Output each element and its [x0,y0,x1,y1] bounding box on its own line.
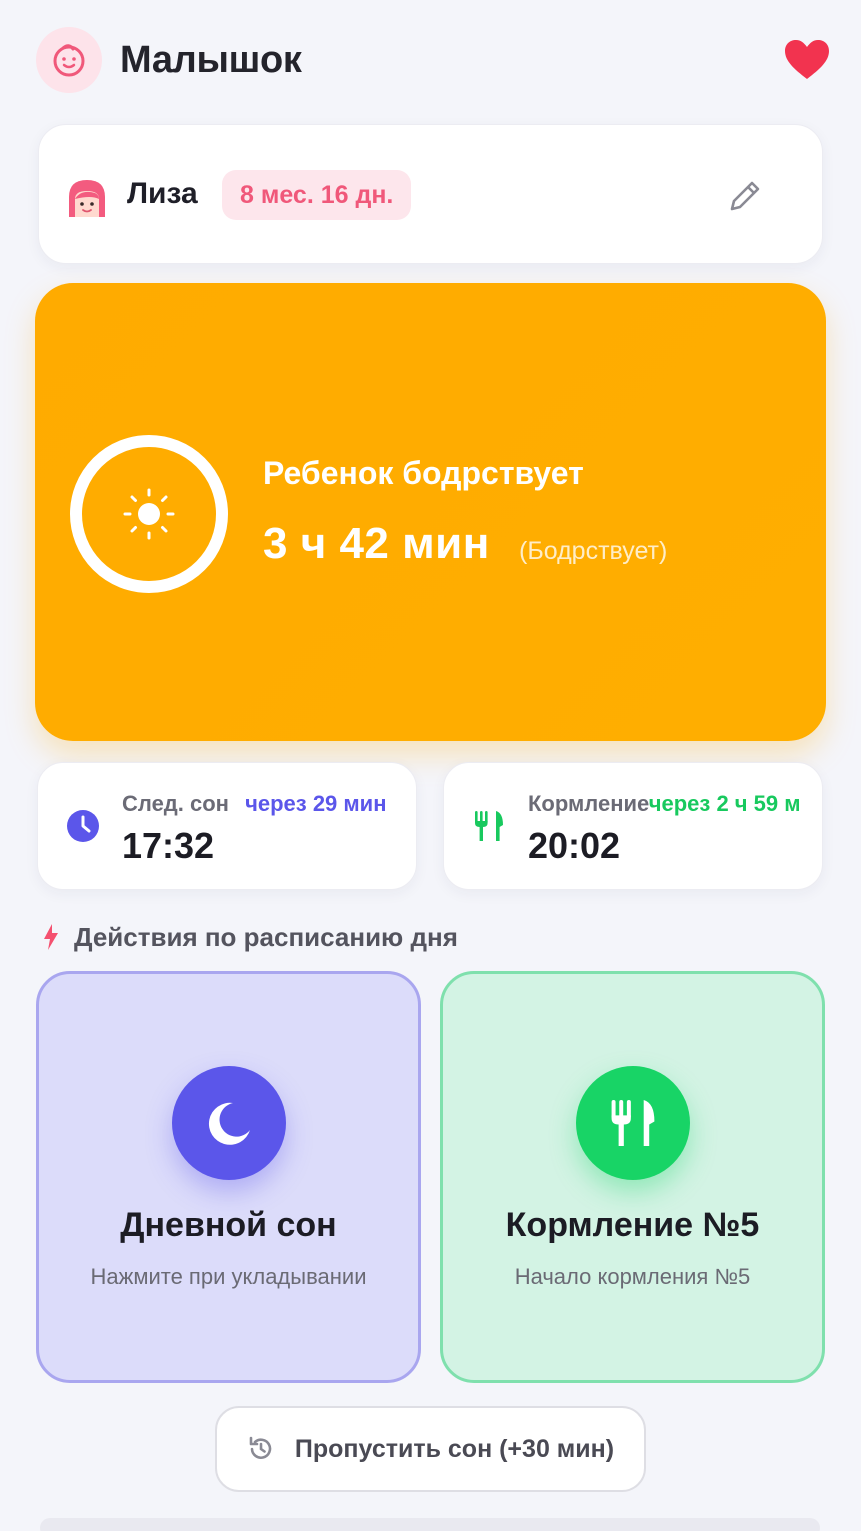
moon-icon [171,1066,286,1180]
awake-duration: 3 ч 42 мин [263,519,490,568]
favorite-heart-icon[interactable] [784,39,830,81]
clock-rewind-icon [249,1436,272,1459]
next-sleep-card[interactable]: След. сон через 29 мин 17:32 [37,762,417,890]
daytime-sleep-title: Дневной сон [120,1206,337,1244]
app-header: Малышок [36,27,836,95]
fork-knife-icon [472,809,506,843]
schedule-actions-heading: Действия по расписанию дня [42,920,458,954]
age-badge: 8 мес. 16 дн. [222,170,412,220]
next-feeding-label: Кормлениечерез 2 ч 59 м [528,791,801,817]
next-sleep-label: След. сон через 29 мин [122,791,387,817]
next-feeding-eta: через 2 ч 59 м [648,791,801,816]
skip-sleep-label: Пропустить сон (+30 мин) [294,1434,615,1463]
status-ring [70,435,228,593]
status-state-label: (Бодрствует) [519,537,668,565]
section-title: Действия по расписанию дня [74,921,458,952]
next-feeding-time: 20:02 [528,825,621,866]
lightning-icon [44,924,58,950]
clock-icon [66,809,100,843]
child-name: Лиза [127,177,198,210]
next-feeding-label-text: Кормление [528,791,649,816]
app-title: Малышок [120,39,302,81]
edit-pencil-icon[interactable] [726,177,764,215]
fork-knife-icon [575,1066,690,1180]
awake-status-card: Ребенок бодрствует 3 ч 42 мин (Бодрствуе… [35,283,826,741]
next-sleep-eta: через 29 мин [245,791,387,816]
skip-sleep-button[interactable]: Пропустить сон (+30 мин) [215,1406,646,1492]
feeding-title: Кормление №5 [505,1206,760,1244]
baby-face-icon [36,27,102,93]
status-title: Ребенок бодрствует [263,455,584,491]
feeding-subtitle: Начало кормления №5 [514,1264,751,1289]
child-profile-card[interactable]: Лиза 8 мес. 16 дн. [38,124,823,264]
next-feeding-card[interactable]: Кормлениечерез 2 ч 59 м 20:02 [443,762,823,890]
daytime-sleep-subtitle: Нажмите при укладывании [90,1264,367,1289]
feeding-action[interactable]: Кормление №5 Начало кормления №5 [440,971,825,1383]
sun-icon [123,488,175,540]
next-sleep-time: 17:32 [122,825,215,866]
girl-avatar-icon [65,177,109,221]
bottom-divider [40,1518,820,1531]
daytime-sleep-action[interactable]: Дневной сон Нажмите при укладывании [36,971,421,1383]
next-sleep-label-text: След. сон [122,791,229,816]
